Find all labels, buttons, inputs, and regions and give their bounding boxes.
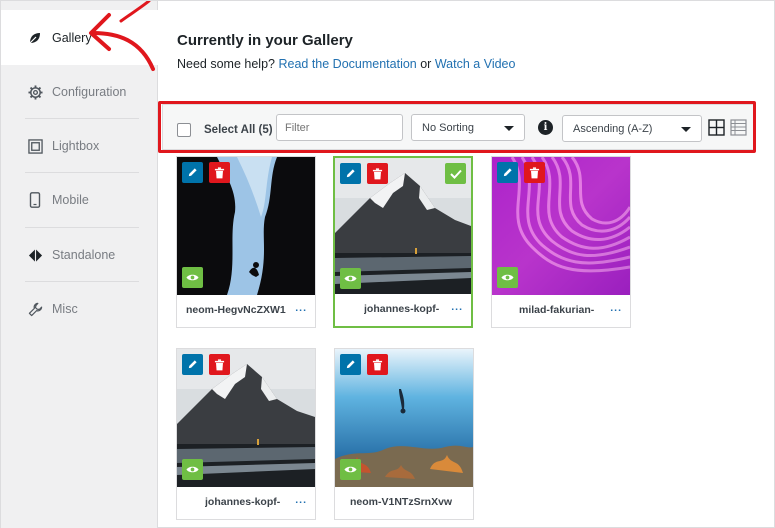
more-link[interactable]: ... — [295, 494, 307, 506]
delete-button[interactable] — [209, 162, 230, 183]
pencil-icon — [346, 360, 355, 369]
gear-icon — [27, 84, 43, 100]
image-name: neom-V1NTzSrnXvw — [350, 496, 453, 508]
image-name: neom-HegvNcZXW1 — [186, 304, 286, 316]
help-prefix: Need some help? — [177, 57, 275, 71]
sidebar-item-label: Standalone — [52, 248, 116, 262]
image-name: milad-fakurian- — [519, 304, 595, 316]
sidebar-item-mobile[interactable]: Mobile — [1, 173, 158, 227]
eye-icon — [344, 466, 357, 473]
gallery-image-card[interactable]: neom-HegvNcZXW1 ... — [176, 156, 316, 328]
eye-icon — [186, 274, 199, 281]
mobile-icon — [27, 192, 43, 208]
more-link[interactable]: ... — [610, 302, 622, 314]
selected-checkmark[interactable] — [445, 163, 466, 184]
edit-button[interactable] — [497, 162, 518, 183]
more-link[interactable]: ... — [451, 301, 463, 313]
image-name: johannes-kopf- — [205, 496, 281, 508]
view-button[interactable] — [182, 459, 203, 480]
gallery-image-card[interactable]: milad-fakurian- ... — [491, 156, 631, 328]
sidebar-item-label: Lightbox — [52, 139, 100, 153]
edit-button[interactable] — [340, 163, 361, 184]
image-caption: johannes-kopf- ... — [177, 485, 315, 519]
eye-icon — [501, 274, 514, 281]
documentation-link[interactable]: Read the Documentation — [278, 57, 416, 71]
sidebar-item-label: Misc — [52, 302, 78, 316]
delete-button[interactable] — [209, 354, 230, 375]
pencil-icon — [503, 168, 512, 177]
edit-button[interactable] — [340, 354, 361, 375]
pencil-icon — [188, 168, 197, 177]
lightbox-icon — [27, 138, 43, 154]
sidebar-item-label: Configuration — [52, 85, 127, 99]
page-title: Currently in your Gallery — [177, 32, 353, 49]
sidebar-item-misc[interactable]: Misc — [1, 282, 158, 336]
gallery-image-card[interactable]: neom-V1NTzSrnXvw — [334, 348, 474, 520]
wrench-icon — [27, 301, 43, 317]
gallery-settings-panel: Gallery Configuration Lightbox Mobile St… — [0, 0, 775, 528]
diamond-icon — [27, 247, 43, 263]
more-link[interactable]: ... — [295, 302, 307, 314]
sidebar-item-gallery[interactable]: Gallery — [1, 10, 159, 65]
checkmark-icon — [449, 169, 462, 179]
sidebar-item-label: Mobile — [52, 193, 89, 207]
eye-icon — [186, 466, 199, 473]
gallery-image-card[interactable]: johannes-kopf- ... — [176, 348, 316, 520]
trash-icon — [372, 358, 383, 370]
gallery-image-card[interactable]: johannes-kopf- ... — [333, 156, 473, 328]
trash-icon — [529, 166, 540, 178]
image-name: johannes-kopf- — [364, 303, 440, 315]
image-caption: neom-V1NTzSrnXvw — [335, 485, 473, 519]
delete-button[interactable] — [367, 163, 388, 184]
or-text: or — [420, 57, 432, 71]
trash-icon — [372, 167, 383, 179]
delete-button[interactable] — [367, 354, 388, 375]
sidebar-item-lightbox[interactable]: Lightbox — [1, 119, 158, 173]
view-button[interactable] — [497, 267, 518, 288]
trash-icon — [214, 358, 225, 370]
eye-icon — [344, 275, 357, 282]
sidebar-item-configuration[interactable]: Configuration — [1, 65, 158, 119]
view-button[interactable] — [340, 459, 361, 480]
image-caption: milad-fakurian- ... — [492, 293, 630, 327]
image-caption: johannes-kopf- ... — [335, 292, 471, 326]
view-button[interactable] — [340, 268, 361, 289]
view-button[interactable] — [182, 267, 203, 288]
sidebar-item-label: Gallery — [52, 30, 92, 45]
settings-sidebar: Gallery Configuration Lightbox Mobile St… — [1, 1, 159, 528]
help-text: Need some help? Read the Documentation o… — [177, 57, 515, 71]
toolbar-highlight-box — [158, 101, 756, 153]
edit-button[interactable] — [182, 354, 203, 375]
watch-video-link[interactable]: Watch a Video — [435, 57, 516, 71]
sidebar-item-standalone[interactable]: Standalone — [1, 228, 158, 282]
delete-button[interactable] — [524, 162, 545, 183]
leaf-icon — [27, 30, 43, 46]
trash-icon — [214, 166, 225, 178]
pencil-icon — [346, 169, 355, 178]
edit-button[interactable] — [182, 162, 203, 183]
image-caption: neom-HegvNcZXW1 ... — [177, 293, 315, 327]
pencil-icon — [188, 360, 197, 369]
